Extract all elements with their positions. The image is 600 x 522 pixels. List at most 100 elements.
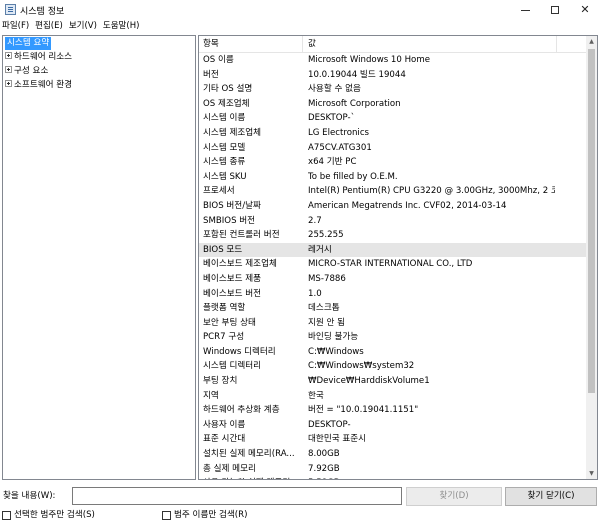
row-value: 7.92GB bbox=[308, 463, 340, 474]
row-value: MS-7886 bbox=[308, 273, 346, 284]
row-value: To be filled by O.E.M. bbox=[308, 171, 398, 182]
row-item: Windows 디렉터리 bbox=[203, 346, 276, 357]
menu-edit[interactable]: 편집(E) bbox=[32, 20, 66, 34]
search-category-names-option[interactable]: 범주 이름만 검색(R) bbox=[162, 510, 247, 521]
table-row[interactable]: 시스템 SKU To be filled by O.E.M. bbox=[199, 170, 587, 185]
row-value: 1.0 bbox=[308, 288, 322, 299]
table-row[interactable]: Windows 디렉터리 C:₩Windows bbox=[199, 345, 587, 360]
table-row[interactable]: BIOS 버전/날짜 American Megatrends Inc. CVF02… bbox=[199, 199, 587, 214]
tree-item-label: 하드웨어 리소스 bbox=[14, 52, 73, 62]
checkbox-label: 선택한 범주만 검색(S) bbox=[14, 510, 95, 520]
table-row[interactable]: 시스템 모델 A75CV.ATG301 bbox=[199, 141, 587, 156]
column-header-value[interactable]: 값 bbox=[304, 36, 557, 53]
checkbox[interactable] bbox=[2, 511, 11, 520]
table-row[interactable]: 기타 OS 설명 사용할 수 없음 bbox=[199, 82, 587, 97]
row-value: 2.7 bbox=[308, 215, 322, 226]
expand-icon[interactable] bbox=[5, 80, 12, 87]
row-item: OS 제조업체 bbox=[203, 98, 250, 109]
find-button[interactable]: 찾기(D) bbox=[406, 487, 502, 506]
search-selected-category-option[interactable]: 선택한 범주만 검색(S) bbox=[2, 510, 95, 521]
row-item: 시스템 SKU bbox=[203, 171, 247, 182]
table-row[interactable]: 포함된 컨트롤러 버전 255.255 bbox=[199, 228, 587, 243]
scroll-up-icon[interactable]: ▲ bbox=[586, 36, 597, 47]
expand-icon[interactable] bbox=[5, 52, 12, 59]
row-item: PCR7 구성 bbox=[203, 332, 245, 343]
table-row[interactable]: 지역 한국 bbox=[199, 389, 587, 404]
find-input[interactable] bbox=[72, 487, 402, 505]
table-row[interactable]: 시스템 이름 DESKTOP-` bbox=[199, 111, 587, 126]
row-item: SMBIOS 버전 bbox=[203, 215, 256, 226]
row-item: 버전 bbox=[203, 69, 219, 80]
row-item: 프로세서 bbox=[203, 186, 235, 197]
row-item: 시스템 디렉터리 bbox=[203, 361, 262, 372]
table-row[interactable]: 총 실제 메모리 7.92GB bbox=[199, 462, 587, 477]
table-row[interactable]: 설치된 실제 메모리(RA... 8.00GB bbox=[199, 447, 587, 462]
row-item: 기타 OS 설명 bbox=[203, 84, 253, 95]
table-row[interactable]: 버전 10.0.19044 빌드 19044 bbox=[199, 68, 587, 83]
row-item: 하드웨어 추상화 계층 bbox=[203, 405, 280, 416]
scroll-down-icon[interactable]: ▼ bbox=[586, 468, 597, 479]
vertical-scrollbar[interactable]: ▲ ▼ bbox=[586, 36, 597, 479]
row-item: 플랫폼 역할 bbox=[203, 303, 246, 314]
tree-item-system-summary[interactable]: 시스템 요약 bbox=[5, 37, 52, 50]
row-value: Microsoft Windows 10 Home bbox=[308, 55, 430, 65]
row-value: DESKTOP- bbox=[308, 419, 351, 430]
maximize-button[interactable] bbox=[540, 0, 570, 20]
row-value: Intel(R) Pentium(R) CPU G3220 @ 3.00GHz,… bbox=[308, 186, 555, 197]
table-row[interactable]: 표준 시간대 대한민국 표준시 bbox=[199, 432, 587, 447]
menu-view[interactable]: 보기(V) bbox=[66, 20, 100, 34]
table-row[interactable]: 시스템 종류 x64 기반 PC bbox=[199, 155, 587, 170]
maximize-icon bbox=[551, 6, 559, 14]
tree-item-hardware-resources[interactable]: 하드웨어 리소스 bbox=[5, 51, 72, 64]
row-value: 255.255 bbox=[308, 230, 344, 241]
table-row[interactable]: OS 이름 Microsoft Windows 10 Home bbox=[199, 53, 587, 68]
table-row[interactable]: 플랫폼 역할 데스크톱 bbox=[199, 301, 587, 316]
row-item: OS 이름 bbox=[203, 55, 234, 65]
row-value: 레거시 bbox=[308, 244, 332, 255]
system-info-icon bbox=[5, 4, 16, 15]
table-row[interactable]: SMBIOS 버전 2.7 bbox=[199, 214, 587, 229]
row-value: C:₩Windows₩system32 bbox=[308, 361, 415, 372]
row-value: 버전 = "10.0.19041.1151" bbox=[308, 405, 419, 416]
table-row[interactable]: 프로세서 Intel(R) Pentium(R) CPU G3220 @ 3.00… bbox=[199, 184, 587, 199]
tree-item-components[interactable]: 구성 요소 bbox=[5, 65, 48, 78]
tree-item-label: 구성 요소 bbox=[14, 66, 49, 76]
table-row[interactable]: 시스템 제조업체 LG Electronics bbox=[199, 126, 587, 141]
minimize-button[interactable] bbox=[510, 0, 540, 20]
row-item: 설치된 실제 메모리(RA... bbox=[203, 449, 295, 460]
column-header-item[interactable]: 항목 bbox=[199, 36, 303, 53]
row-value: LG Electronics bbox=[308, 127, 370, 138]
table-row[interactable]: BIOS 모드 레거시 bbox=[199, 242, 587, 258]
row-item: 부팅 장치 bbox=[203, 376, 238, 387]
menu-help[interactable]: 도움말(H) bbox=[100, 20, 142, 34]
row-value: DESKTOP-` bbox=[308, 113, 355, 124]
close-button[interactable]: ✕ bbox=[570, 0, 600, 20]
table-row[interactable]: 부팅 장치 ₩Device₩HarddiskVolume1 bbox=[199, 374, 587, 389]
row-item: 총 실제 메모리 bbox=[203, 463, 256, 474]
table-row[interactable]: OS 제조업체 Microsoft Corporation bbox=[199, 97, 587, 112]
row-value: 한국 bbox=[308, 390, 324, 401]
row-item: BIOS 모드 bbox=[203, 244, 243, 255]
table-row[interactable]: 베이스보드 버전 1.0 bbox=[199, 287, 587, 302]
tree-item-label: 소프트웨어 환경 bbox=[14, 80, 73, 90]
table-row[interactable]: 시스템 디렉터리 C:₩Windows₩system32 bbox=[199, 359, 587, 374]
row-value: 5.58GB bbox=[308, 476, 555, 479]
table-row[interactable]: PCR7 구성 바인딩 불가능 bbox=[199, 330, 587, 345]
close-find-button[interactable]: 찾기 닫기(C) bbox=[505, 487, 597, 506]
row-item: 사용자 이름 bbox=[203, 419, 246, 430]
menu-file[interactable]: 파일(F) bbox=[0, 20, 32, 34]
checkbox-label: 범주 이름만 검색(R) bbox=[174, 510, 248, 520]
tree-item-software-environment[interactable]: 소프트웨어 환경 bbox=[5, 79, 72, 92]
row-value: American Megatrends Inc. CVF02, 2014-03-… bbox=[308, 200, 507, 211]
close-icon: ✕ bbox=[580, 3, 590, 16]
table-row[interactable]: 보안 부팅 상태 지원 안 됨 bbox=[199, 316, 587, 331]
expand-icon[interactable] bbox=[5, 66, 12, 73]
table-row[interactable]: 하드웨어 추상화 계층 버전 = "10.0.19041.1151" bbox=[199, 403, 587, 418]
table-row[interactable]: 베이스보드 제조업체 MICRO-STAR INTERNATIONAL CO., … bbox=[199, 257, 587, 272]
scroll-thumb[interactable] bbox=[588, 49, 595, 393]
table-row[interactable]: 베이스보드 제품 MS-7886 bbox=[199, 272, 587, 287]
table-row[interactable]: 사용 가능한 실제 메모리5.58GB bbox=[199, 476, 587, 479]
checkbox[interactable] bbox=[162, 511, 171, 520]
find-label: 찾을 내용(W): bbox=[3, 491, 56, 501]
table-row[interactable]: 사용자 이름 DESKTOP- bbox=[199, 418, 587, 433]
